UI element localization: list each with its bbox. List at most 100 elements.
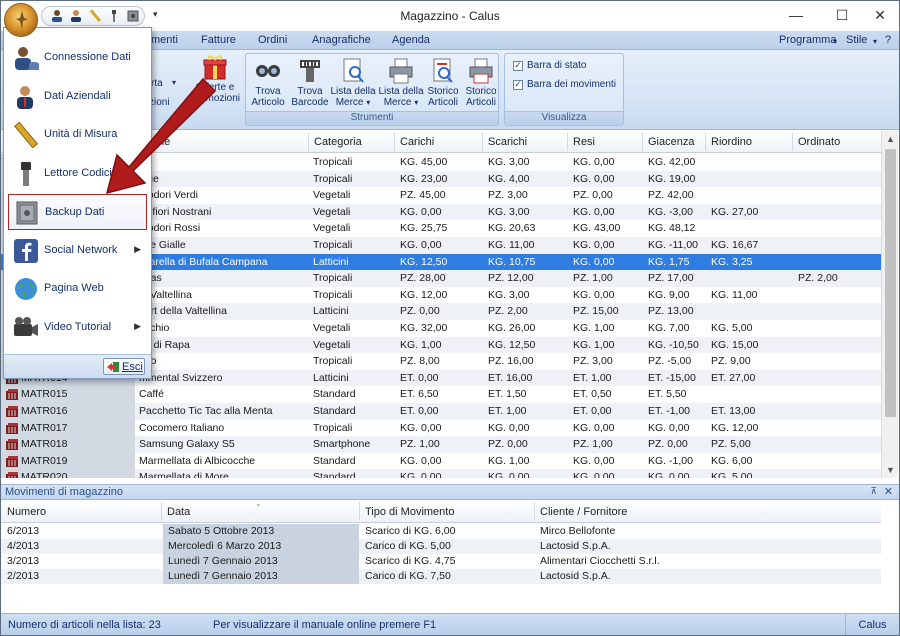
cell-scarichi: KG. 1,00	[488, 454, 530, 467]
chevron-down-icon: ▾	[873, 37, 878, 46]
app-menu-item[interactable]: Lettore Codici	[8, 156, 147, 192]
app-menu-item-label: Backup Dati	[45, 206, 105, 218]
table-row[interactable]: MATR020 Marmellata di More Standard KG. 0,0…	[1, 469, 881, 478]
tab-programma[interactable]: Programma	[779, 34, 836, 46]
list-item[interactable]: 2/2013 Lunedì 7 Gennaio 2013 Carico di KG.…	[1, 569, 881, 584]
chevron-down-icon: ▾	[366, 98, 371, 107]
cell-desc: gurt della Valtellina	[139, 305, 227, 318]
chevron-down-icon: ▾	[414, 98, 419, 107]
pin-icon[interactable]: ⊼	[870, 486, 877, 497]
cell-tipo: Carico di KG. 5,00	[365, 540, 451, 552]
table-row[interactable]: MATR016 Pacchetto Tic Tac alla Menta Stand…	[1, 403, 881, 420]
tab-stile[interactable]: Stile	[846, 34, 867, 46]
help-button[interactable]: ?	[885, 34, 891, 46]
tab-ordini[interactable]: Ordini	[258, 34, 287, 46]
cell-riord: KG. 27,00	[711, 205, 759, 218]
tab-anagrafiche[interactable]: Anagrafiche	[312, 34, 371, 46]
exit-button[interactable]: Esci	[103, 358, 145, 375]
grid-scrollbar[interactable]: ▲ ▼	[881, 131, 898, 478]
app-menu-item[interactable]: Pagina Web	[8, 271, 147, 307]
gift-icon	[201, 54, 229, 80]
close-icon[interactable]: ✕	[884, 485, 893, 498]
app-menu-button[interactable]	[4, 3, 38, 37]
col-header-cliente[interactable]: Cliente / Fornitore	[540, 506, 627, 518]
cell-cliente: Mirco Bellofonte	[540, 525, 616, 537]
table-row[interactable]: MATR019 Marmellata di Albicocche Standard K…	[1, 452, 881, 470]
cell-giac: ET. -15,00	[648, 371, 696, 384]
list-item[interactable]: 4/2013 Mercoledì 6 Marzo 2013 Carico di KG…	[1, 539, 881, 554]
lista-merce-search-button[interactable]: Lista della Merce ▾	[330, 58, 376, 108]
app-menu-item[interactable]: Backup Dati	[8, 194, 147, 230]
col-header-riordino[interactable]: Riordino	[711, 136, 752, 148]
cell-cat: Standard	[313, 454, 356, 467]
trova-articolo-button[interactable]: Trova Articolo	[248, 58, 288, 108]
cell-scarichi: KG. 3,00	[488, 205, 530, 218]
lista-merce-print-button[interactable]: Lista della Merce ▾	[378, 58, 424, 108]
app-menu-item[interactable]: Social Network ▶	[8, 233, 147, 269]
printer-icon	[387, 58, 415, 84]
storico-articoli-print-button[interactable]: Storico Articoli	[462, 58, 500, 108]
cell-cat: Tropicali	[313, 288, 353, 301]
cell-cat: Latticini	[313, 371, 349, 384]
cell-cat: Tropicali	[313, 272, 353, 285]
col-header-categoria[interactable]: Categoria	[314, 136, 362, 148]
col-header-carichi[interactable]: Carichi	[400, 136, 434, 148]
cell-carichi: PZ. 1,00	[400, 438, 440, 451]
cell-resi: PZ. 15,00	[573, 305, 619, 318]
app-menu-item[interactable]: Connessione Dati	[8, 40, 147, 76]
scroll-down-icon[interactable]: ▼	[882, 462, 899, 478]
col-header-resi[interactable]: Resi	[573, 136, 595, 148]
table-row[interactable]: MATR015 Caffé Standard ET. 6,50 ET. 1,50 ET. …	[1, 386, 881, 403]
chevron-down-icon: ▾	[833, 37, 838, 46]
storico-articoli-button[interactable]: Storico Articoli	[424, 58, 462, 108]
tab-fatture[interactable]: Fatture	[201, 34, 236, 46]
close-button[interactable]: ✕	[865, 5, 895, 25]
app-menu-item[interactable]: Dati Aziendali	[8, 79, 147, 115]
barra-stato-checkbox[interactable]: ✓ Barra di stato	[513, 60, 586, 71]
cell-riord: KG. 3,25	[711, 255, 753, 268]
col-header-ordinato[interactable]: Ordinato	[798, 136, 840, 148]
offerte-promozioni-button[interactable]: Offerte e Promozioni	[187, 54, 243, 104]
cell-scarichi: ET. 1,50	[488, 388, 527, 401]
cell-carichi: ET. 0,00	[400, 405, 439, 417]
user-company-icon	[12, 83, 40, 111]
cell-giac: KG. -1,00	[648, 454, 693, 467]
cell-code: MATR016	[21, 405, 68, 417]
list-item[interactable]: 3/2013 Lunedì 7 Gennaio 2013 Scarico di KG…	[1, 554, 881, 569]
cell-code: MATR017	[21, 421, 68, 434]
cell-giac: PZ. 0,00	[648, 438, 688, 451]
maximize-button[interactable]: ☐	[827, 5, 857, 25]
col-header-numero[interactable]: Numero	[7, 506, 46, 518]
table-row[interactable]: MATR017 Cocomero Italiano Tropicali KG. 0,0…	[1, 419, 881, 437]
minimize-button[interactable]: —	[781, 5, 811, 25]
col-header-data[interactable]: Data	[167, 506, 190, 518]
tab-movimenti[interactable]: menti	[151, 34, 178, 46]
col-header-giacenza[interactable]: Giacenza	[648, 136, 694, 148]
scroll-up-icon[interactable]: ▲	[882, 131, 899, 147]
cell-cat: Latticini	[313, 305, 349, 318]
submenu-arrow-icon: ▶	[134, 243, 141, 254]
cell-cat: Smartphone	[313, 438, 371, 451]
app-menu-item[interactable]: Unità di Misura	[8, 117, 147, 153]
cell-cat: Latticini	[313, 255, 349, 268]
cell-num: 6/2013	[7, 525, 40, 537]
table-row[interactable]: MATR018 Samsung Galaxy S5 Smartphone PZ. 1,…	[1, 436, 881, 453]
movimenti-grid: Numero Data ⌄ Tipo di Movimento Cliente …	[1, 499, 899, 612]
trova-barcode-button[interactable]: Trova Barcode	[290, 58, 330, 108]
safe-icon	[13, 199, 41, 227]
cell-carichi: KG. 45,00	[400, 156, 448, 168]
app-menu-item[interactable]: Video Tutorial ▶	[8, 310, 147, 346]
cell-giac: PZ. -5,00	[648, 355, 692, 368]
barra-movimenti-checkbox[interactable]: ✓ Barra dei movimenti	[513, 79, 616, 90]
cell-giac: KG. 48,12	[648, 222, 696, 235]
col-header-scarichi[interactable]: Scarichi	[488, 136, 527, 148]
cell-resi: KG. 0,00	[573, 172, 615, 185]
col-header-tipo[interactable]: Tipo di Movimento	[365, 506, 454, 518]
scroll-thumb[interactable]	[885, 149, 896, 417]
cell-scarichi: PZ. 12,00	[488, 272, 534, 285]
cell-carichi: PZ. 8,00	[400, 355, 440, 368]
tab-agenda[interactable]: Agenda	[392, 34, 430, 46]
chevron-down-icon: ▾	[172, 78, 177, 87]
list-item[interactable]: 6/2013 Sabato 5 Ottobre 2013 Scarico di KG…	[1, 524, 881, 539]
barcode-scanner-icon	[296, 58, 324, 84]
